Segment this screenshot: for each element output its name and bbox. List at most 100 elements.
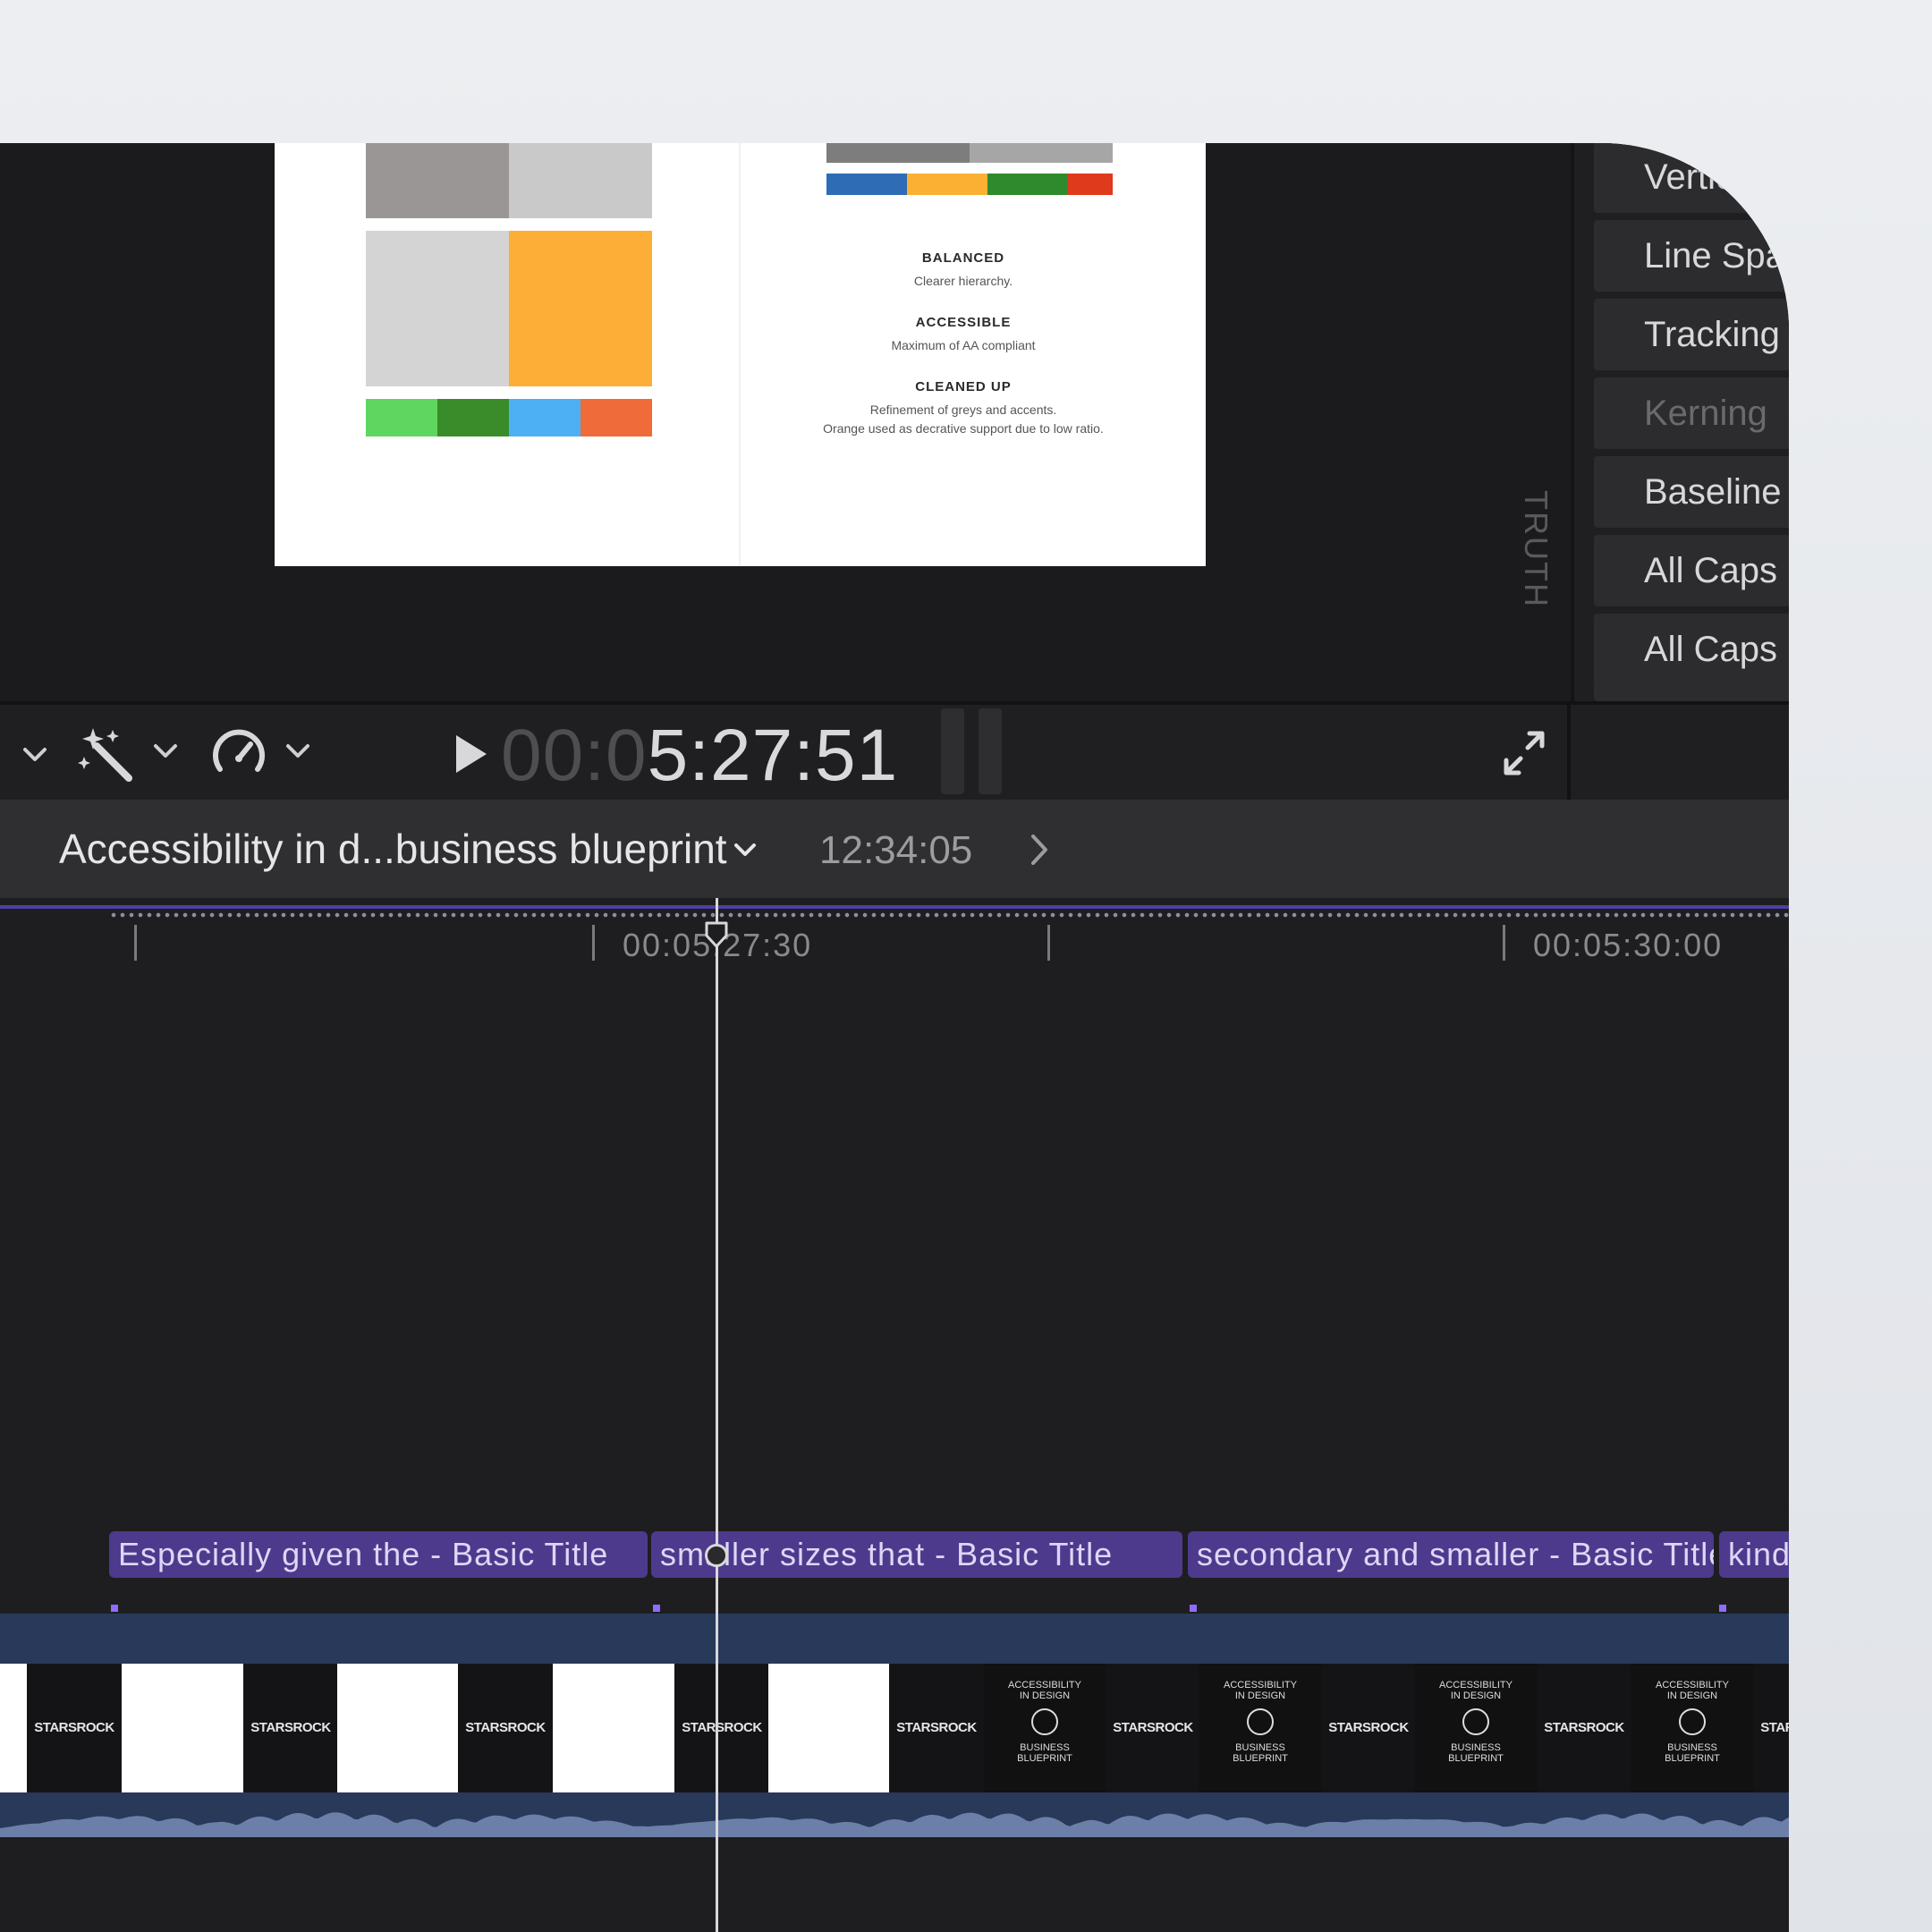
- thumbnail-title-line: BUSINESS: [1235, 1742, 1285, 1753]
- timeline-header: Accessibility in d...business blueprint …: [0, 800, 1789, 898]
- thumbnail-title-line: IN DESIGN: [1019, 1690, 1071, 1701]
- inspector-item-all-caps[interactable]: All Caps: [1594, 535, 1789, 606]
- thumbnail-title-line: BLUEPRINT: [1233, 1753, 1288, 1764]
- transport-separator: [1567, 705, 1571, 803]
- chevron-down-icon[interactable]: [150, 741, 181, 762]
- thumbnail-brand: STARSROCK: [458, 1664, 553, 1792]
- swatch-gray-light: [509, 143, 652, 218]
- inspector-item-kerning[interactable]: Kerning: [1594, 377, 1789, 449]
- swatch-blue: [826, 174, 907, 195]
- swatch-orange: [509, 231, 652, 386]
- ruler-label: 00:05:30:00: [1533, 927, 1724, 963]
- thumbnail-title-line: BUSINESS: [1451, 1742, 1501, 1753]
- thumbnail-brand: STARSROCK: [1753, 1664, 1789, 1792]
- timecode-leading: 00:0: [501, 715, 648, 796]
- swatch-red: [1068, 174, 1113, 195]
- project-name[interactable]: Accessibility in d...business blueprint: [59, 825, 727, 873]
- pause-bar-right: [979, 708, 1002, 794]
- title-clip[interactable]: smaller sizes that - Basic Title: [651, 1531, 1182, 1578]
- thumbnail-title-line: IN DESIGN: [1450, 1690, 1502, 1701]
- playhead-handle[interactable]: [705, 921, 728, 948]
- caption-title: ACCESSIBLE: [915, 315, 1012, 330]
- avatar: [1031, 1708, 1058, 1735]
- thumbnail-title-line: IN DESIGN: [1234, 1690, 1286, 1701]
- swatch-gray-lighter: [366, 231, 509, 386]
- clip-marker: [1190, 1605, 1197, 1612]
- thumbnail-brand: STARSROCK: [243, 1664, 338, 1792]
- inspector-item-tracking[interactable]: Tracking: [1594, 299, 1789, 370]
- text-inspector: Vertical Line Spacing Tracking Kerning B…: [1571, 143, 1789, 701]
- ruler-tick: [1503, 925, 1505, 961]
- magic-wand-icon[interactable]: [77, 724, 136, 784]
- thumbnail-palette: [122, 1664, 243, 1792]
- thumbnail-title-line: ACCESSIBILITY: [1439, 1680, 1513, 1690]
- thumbnail-title-line: BUSINESS: [1667, 1742, 1717, 1753]
- inspector-item-baseline[interactable]: Baseline: [1594, 456, 1789, 528]
- title-clip[interactable]: kind: [1719, 1531, 1789, 1578]
- caption-body: Maximum of AA compliant: [891, 338, 1036, 352]
- timeline-range-line: [0, 905, 1789, 909]
- audio-waveform: [0, 1812, 1789, 1837]
- thumbnail-brand: STARSROCK: [1106, 1664, 1200, 1792]
- caption-title: BALANCED: [921, 250, 1005, 266]
- inspector-item-partial[interactable]: [1594, 680, 1789, 701]
- thumbnail-palette: [553, 1664, 674, 1792]
- timecode-display: 00:05:27:51: [501, 714, 898, 798]
- play-icon[interactable]: [453, 733, 488, 775]
- playhead[interactable]: [716, 898, 718, 1932]
- thumbnail-title-line: BLUEPRINT: [1665, 1753, 1720, 1764]
- swatch-yellow: [907, 174, 987, 195]
- primary-video-clip[interactable]: STARSROCK STARSROCK STARSROCK STARSROCK …: [0, 1614, 1789, 1837]
- chevron-down-icon[interactable]: [20, 744, 50, 766]
- fullscreen-icon[interactable]: [1503, 730, 1546, 776]
- transport-bar: 00:05:27:51: [0, 701, 1789, 807]
- title-clip[interactable]: Especially given the - Basic Title: [109, 1531, 648, 1578]
- ruler-tick: [134, 925, 137, 961]
- thumbnail-strip: STARSROCK STARSROCK STARSROCK STARSROCK …: [0, 1664, 1789, 1792]
- thumbnail-title-line: BUSINESS: [1020, 1742, 1070, 1753]
- clip-marker: [111, 1605, 118, 1612]
- speed-gauge-icon[interactable]: [211, 726, 267, 782]
- thumbnail-palette: [768, 1664, 890, 1792]
- inspector-item-vertical[interactable]: Vertical: [1594, 143, 1789, 213]
- swatch-green-light: [366, 399, 437, 436]
- timeline[interactable]: 00:05:27:30 00:05:30:00 Especially given…: [0, 898, 1789, 1932]
- swatch-gray-dark: [366, 143, 509, 218]
- thumbnail-brand: STARSROCK: [1321, 1664, 1416, 1792]
- ruler-tick: [592, 925, 595, 961]
- avatar: [1679, 1708, 1706, 1735]
- swatch-green-dark: [437, 399, 509, 436]
- thumbnail-title-line: ACCESSIBILITY: [1224, 1680, 1297, 1690]
- chevron-down-icon[interactable]: [732, 841, 758, 860]
- thumbnail-title-line: BLUEPRINT: [1017, 1753, 1072, 1764]
- timeline-dotted-range: [109, 912, 1789, 918]
- thumbnail-brand: STARSROCK: [1537, 1664, 1631, 1792]
- chevron-right-icon[interactable]: [1029, 832, 1050, 868]
- swatch-top-gray-dark: [826, 143, 970, 163]
- thumbnail-title-card: ACCESSIBILITY IN DESIGN BUSINESS BLUEPRI…: [984, 1664, 1106, 1792]
- caption-title: CLEANED UP: [915, 379, 1012, 394]
- inspector-item-line-spacing[interactable]: Line Spacing: [1594, 220, 1789, 292]
- title-clip[interactable]: secondary and smaller - Basic Title: [1188, 1531, 1714, 1578]
- ruler-tick: [1047, 925, 1050, 961]
- thumbnail-palette: [337, 1664, 459, 1792]
- swatch-top-gray: [970, 143, 1113, 163]
- chevron-down-icon[interactable]: [283, 741, 313, 762]
- timecode-value: 5:27:51: [647, 715, 899, 796]
- thumbnail-title-line: ACCESSIBILITY: [1656, 1680, 1729, 1690]
- swatch-green: [987, 174, 1068, 195]
- thumbnail-brand: STARSROCK: [889, 1664, 984, 1792]
- inspector-item-all-caps-size[interactable]: All Caps Size: [1594, 614, 1789, 685]
- project-duration: 12:34:05: [819, 828, 973, 872]
- side-label: TRUTH: [1518, 490, 1555, 608]
- thumbnail-title-line: BLUEPRINT: [1448, 1753, 1504, 1764]
- caption-body: Orange used as decrative support due to …: [823, 421, 1104, 436]
- page-divider: [739, 143, 741, 566]
- thumbnail-title-line: IN DESIGN: [1666, 1690, 1718, 1701]
- thumbnail-title-card: ACCESSIBILITY IN DESIGN BUSINESS BLUEPRI…: [1199, 1664, 1321, 1792]
- final-cut-window: BALANCED Clearer hierarchy. ACCESSIBLE M…: [0, 143, 1789, 1932]
- caption-body: Clearer hierarchy.: [913, 274, 1013, 288]
- playhead-skimmer-knob[interactable]: [705, 1544, 728, 1567]
- thumbnail-palette: [0, 1664, 29, 1792]
- clip-marker: [1719, 1605, 1726, 1612]
